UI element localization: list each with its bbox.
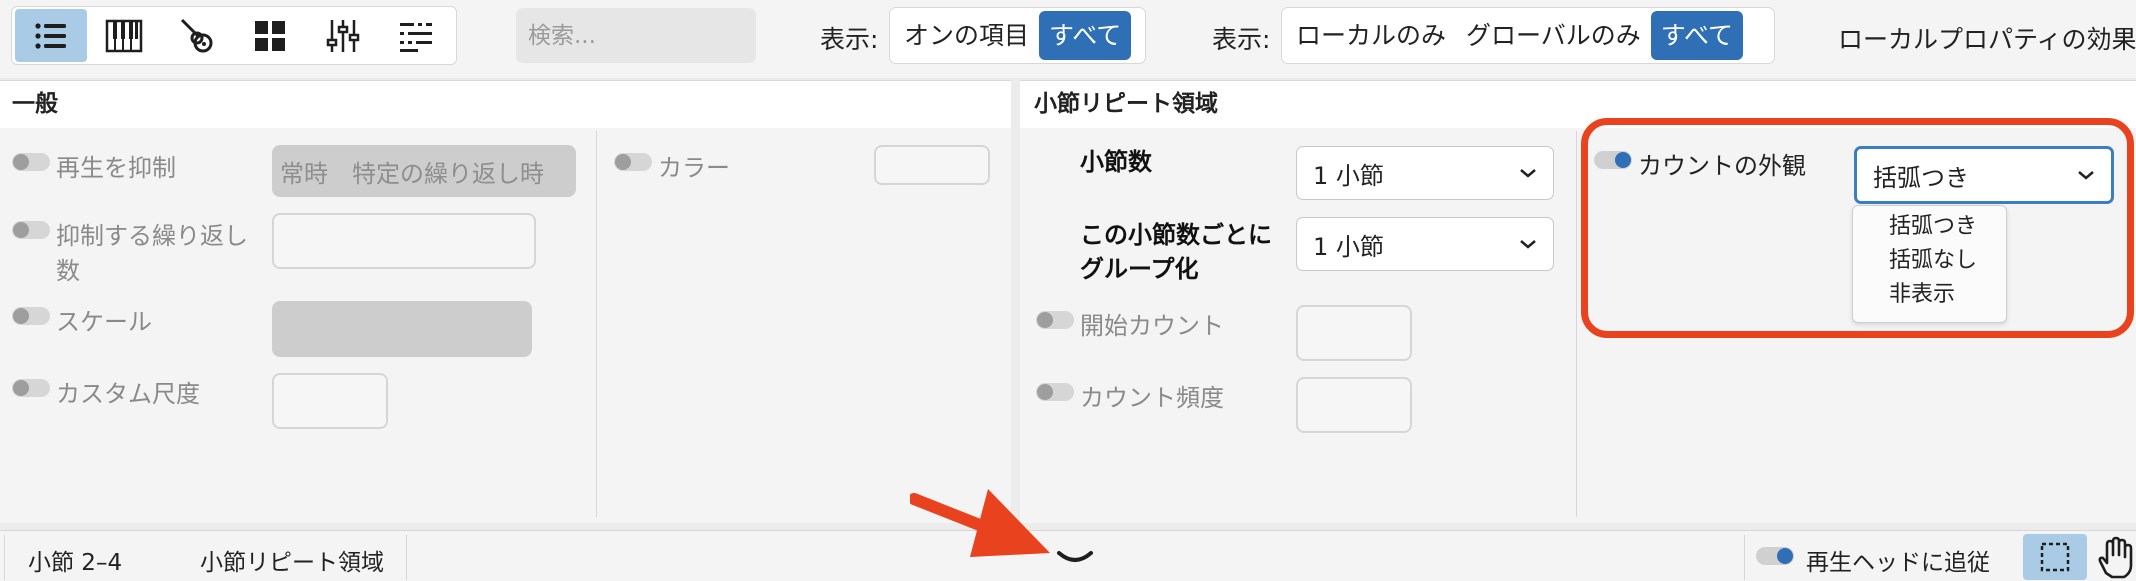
grid-view-button[interactable] bbox=[234, 9, 306, 62]
piano-view-button[interactable] bbox=[88, 9, 160, 62]
filter-active-items[interactable]: オンの項目 bbox=[894, 11, 1039, 60]
status-divider bbox=[1744, 535, 1745, 580]
scope-local-only[interactable]: ローカルのみ bbox=[1286, 11, 1456, 60]
column-divider bbox=[596, 131, 597, 517]
start-count-field[interactable] bbox=[1296, 305, 1412, 361]
color-swatch[interactable] bbox=[874, 145, 990, 185]
local-effect-label: ローカルプロパティの効果 bbox=[1838, 25, 2136, 54]
filter-label-1: 表示: bbox=[820, 25, 879, 54]
general-panel: 一般 再生を抑制 常時 特定の繰り返し時 抑制する繰り返し 数 スケール カスタ… bbox=[0, 80, 1011, 523]
chevron-down-icon bbox=[1520, 240, 1536, 249]
count-frequency-toggle[interactable] bbox=[1036, 383, 1074, 401]
suppress-repeats-label-line2: 数 bbox=[56, 257, 80, 285]
scope-all[interactable]: すべて bbox=[1650, 11, 1744, 60]
measure-repeat-panel-title: 小節リピート領域 bbox=[1020, 81, 2136, 128]
group-value: 1 小節 bbox=[1313, 232, 1384, 261]
bars-select[interactable]: 1 小節 bbox=[1296, 146, 1554, 200]
grid-icon bbox=[255, 20, 285, 51]
show-filter-segment: オンの項目 すべて bbox=[889, 7, 1146, 64]
selection-type: 小節リピート領域 bbox=[200, 550, 384, 576]
filter-all[interactable]: すべて bbox=[1039, 11, 1132, 60]
status-divider bbox=[4, 535, 5, 580]
count-appearance-toggle[interactable] bbox=[1594, 151, 1632, 169]
count-appearance-select[interactable]: 括弧つき bbox=[1854, 146, 2114, 204]
follow-playhead-label: 再生ヘッドに追従 bbox=[1806, 550, 1990, 576]
custom-scale-toggle[interactable] bbox=[12, 379, 50, 397]
scale-label: スケール bbox=[56, 308, 152, 336]
playback-suppress-segment[interactable]: 常時 特定の繰り返し時 bbox=[272, 145, 576, 197]
list-icon bbox=[35, 22, 66, 49]
option-without-parentheses[interactable]: 括弧なし bbox=[1853, 244, 2006, 278]
general-panel-title: 一般 bbox=[0, 81, 1011, 128]
list-view-button[interactable] bbox=[15, 9, 87, 62]
group-select[interactable]: 1 小節 bbox=[1296, 217, 1554, 271]
collapse-chevron-icon[interactable] bbox=[1056, 545, 1094, 569]
bars-label: 小節数 bbox=[1080, 148, 1152, 176]
guitar-view-button[interactable] bbox=[161, 9, 233, 62]
marquee-select-icon bbox=[2040, 542, 2070, 572]
chevron-down-icon bbox=[1520, 169, 1536, 178]
option-with-parentheses[interactable]: 括弧つき bbox=[1853, 210, 2006, 244]
status-divider bbox=[406, 535, 407, 580]
column-divider bbox=[1576, 131, 1577, 517]
color-toggle[interactable] bbox=[614, 153, 652, 171]
suppress-repeats-label-line1: 抑制する繰り返し bbox=[56, 222, 248, 250]
count-frequency-field[interactable] bbox=[1296, 377, 1412, 433]
suppress-always[interactable]: 常時 bbox=[280, 154, 328, 189]
bars-value: 1 小節 bbox=[1313, 161, 1384, 190]
group-label-line2: グループ化 bbox=[1080, 255, 1199, 283]
chevron-down-icon bbox=[2078, 171, 2094, 180]
scope-filter-segment: ローカルのみ グローバルのみ すべて bbox=[1281, 7, 1775, 64]
guitar-icon bbox=[180, 18, 213, 52]
custom-scale-field[interactable] bbox=[272, 373, 388, 429]
group-label-line1: この小節数ごとに bbox=[1080, 221, 1272, 249]
search-input[interactable] bbox=[516, 8, 756, 63]
count-appearance-dropdown: 括弧つき 括弧なし 非表示 bbox=[1852, 205, 2007, 323]
outline-view-button[interactable] bbox=[380, 9, 452, 62]
custom-scale-label: カスタム尺度 bbox=[56, 380, 200, 408]
start-count-label: 開始カウント bbox=[1080, 312, 1224, 340]
playback-suppress-label: 再生を抑制 bbox=[56, 154, 176, 182]
toolbar: 表示: オンの項目 すべて 表示: ローカルのみ グローバルのみ すべて ローカ… bbox=[0, 0, 2136, 78]
playback-suppress-toggle[interactable] bbox=[12, 153, 50, 171]
suppress-repeats-field[interactable] bbox=[272, 213, 536, 269]
outline-icon bbox=[400, 22, 432, 52]
count-frequency-label: カウント頻度 bbox=[1080, 384, 1224, 412]
count-appearance-value: 括弧つき bbox=[1873, 163, 1969, 192]
option-hidden[interactable]: 非表示 bbox=[1853, 278, 2006, 312]
color-label: カラー bbox=[658, 154, 730, 182]
scope-global-only[interactable]: グローバルのみ bbox=[1456, 11, 1651, 60]
suppress-repeats-toggle[interactable] bbox=[12, 221, 50, 239]
mixer-icon bbox=[326, 19, 360, 52]
scale-dropdown[interactable] bbox=[272, 301, 532, 357]
status-bar: 小節 2–4 小節リピート領域 再生ヘッドに追従 bbox=[0, 530, 2136, 581]
scale-toggle[interactable] bbox=[12, 307, 50, 325]
follow-playhead-toggle[interactable] bbox=[1756, 547, 1794, 565]
view-mode-icon-group bbox=[11, 6, 457, 65]
piano-icon bbox=[105, 19, 143, 52]
suppress-specific-repeats[interactable]: 特定の繰り返し時 bbox=[352, 154, 544, 189]
start-count-toggle[interactable] bbox=[1036, 311, 1074, 329]
hand-tool-icon[interactable] bbox=[2092, 535, 2136, 579]
selection-range: 小節 2–4 bbox=[28, 550, 123, 576]
filter-label-2: 表示: bbox=[1212, 25, 1271, 54]
count-appearance-label: カウントの外観 bbox=[1638, 152, 1806, 180]
selection-tool-button[interactable] bbox=[2023, 534, 2087, 580]
mixer-view-button[interactable] bbox=[307, 9, 379, 62]
